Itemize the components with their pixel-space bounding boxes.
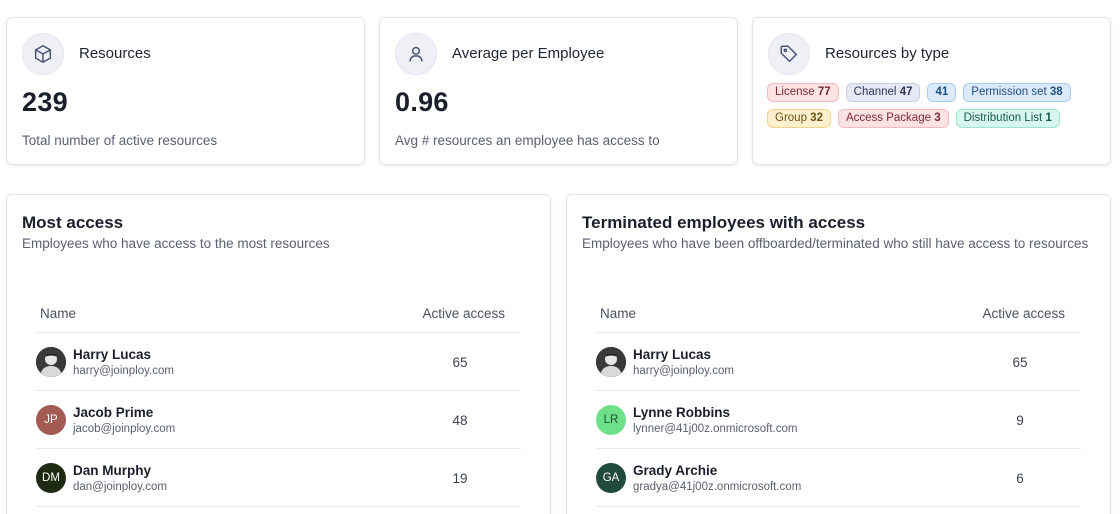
resources-description: Total number of active resources xyxy=(22,133,218,148)
active-access-count: 9 xyxy=(1016,413,1024,428)
badge-group[interactable]: Group 32 xyxy=(767,109,831,128)
employee-name[interactable]: Dan Murphy xyxy=(73,463,151,478)
cube-icon xyxy=(22,33,64,75)
table-row[interactable]: Harry Lucas harry@joinploy.com 65 xyxy=(36,333,521,391)
avatar: DM xyxy=(36,463,66,493)
active-access-count: 65 xyxy=(1012,355,1028,370)
badge-unlabeled[interactable]: 41 xyxy=(927,83,957,102)
most-access-title: Most access xyxy=(22,213,124,232)
most-access-panel: Most access Employees who have access to… xyxy=(6,194,551,514)
avatar: JP xyxy=(36,405,66,435)
table-row[interactable]: Harry Lucas harry@joinploy.com 65 xyxy=(596,333,1081,391)
badge-channel[interactable]: Channel 47 xyxy=(845,83,921,102)
average-description: Avg # resources an employee has access t… xyxy=(395,133,660,148)
user-icon xyxy=(395,33,437,75)
terminated-subtitle: Employees who have been offboarded/termi… xyxy=(582,236,1089,251)
employee-email: jacob@joinploy.com xyxy=(73,423,176,435)
badge-license[interactable]: License 77 xyxy=(767,83,839,102)
average-value: 0.96 xyxy=(395,87,449,117)
resources-card: Resources 239 Total number of active res… xyxy=(6,17,365,165)
employee-name[interactable]: Grady Archie xyxy=(633,463,717,478)
resources-by-type-title: Resources by type xyxy=(825,45,950,62)
terminated-employees-panel: Terminated employees with access Employe… xyxy=(566,194,1111,514)
avatar: LR xyxy=(596,405,626,435)
employee-name[interactable]: Harry Lucas xyxy=(633,347,711,362)
badge-distribution-list[interactable]: Distribution List 1 xyxy=(955,109,1060,128)
resources-by-type-card: Resources by type License 77 Channel 47 … xyxy=(752,17,1111,165)
column-header-active-access[interactable]: Active access xyxy=(422,306,505,321)
active-access-count: 48 xyxy=(452,413,468,428)
active-access-count: 19 xyxy=(452,471,468,486)
average-title: Average per Employee xyxy=(452,45,605,62)
column-header-name[interactable]: Name xyxy=(40,306,76,321)
employee-name[interactable]: Harry Lucas xyxy=(73,347,151,362)
employee-name[interactable]: Jacob Prime xyxy=(73,405,153,420)
avatar: GA xyxy=(596,463,626,493)
badge-permission-set[interactable]: Permission set 38 xyxy=(963,83,1071,102)
employee-email: gradya@41j00z.onmicrosoft.com xyxy=(633,481,802,493)
table-header: Name Active access xyxy=(596,295,1081,333)
table-row[interactable]: DM Dan Murphy dan@joinploy.com 19 xyxy=(36,449,521,507)
terminated-title: Terminated employees with access xyxy=(582,213,866,232)
badge-access-package[interactable]: Access Package 3 xyxy=(837,109,949,128)
avatar xyxy=(596,347,626,377)
active-access-count: 65 xyxy=(452,355,468,370)
column-header-active-access[interactable]: Active access xyxy=(982,306,1065,321)
table-row[interactable]: LR Lynne Robbins lynner@41j00z.onmicroso… xyxy=(596,391,1081,449)
employee-email: lynner@41j00z.onmicrosoft.com xyxy=(633,423,798,435)
most-access-subtitle: Employees who have access to the most re… xyxy=(22,236,330,251)
employee-email: dan@joinploy.com xyxy=(73,481,167,493)
active-access-count: 6 xyxy=(1016,471,1024,486)
table-header: Name Active access xyxy=(36,295,521,333)
resources-title: Resources xyxy=(79,45,151,62)
tag-icon xyxy=(768,33,810,75)
resources-value: 239 xyxy=(22,87,68,117)
most-access-table: Name Active access Harry Lucas harry@joi… xyxy=(36,295,521,507)
column-header-name[interactable]: Name xyxy=(600,306,636,321)
avatar xyxy=(36,347,66,377)
table-row[interactable]: GA Grady Archie gradya@41j00z.onmicrosof… xyxy=(596,449,1081,507)
employee-name[interactable]: Lynne Robbins xyxy=(633,405,730,420)
average-per-employee-card: Average per Employee 0.96 Avg # resource… xyxy=(379,17,738,165)
employee-email: harry@joinploy.com xyxy=(73,365,174,377)
table-row[interactable]: JP Jacob Prime jacob@joinploy.com 48 xyxy=(36,391,521,449)
employee-email: harry@joinploy.com xyxy=(633,365,734,377)
terminated-table: Name Active access Harry Lucas harry@joi… xyxy=(596,295,1081,507)
resource-type-badges: License 77 Channel 47 41 Permission set … xyxy=(767,83,1097,135)
